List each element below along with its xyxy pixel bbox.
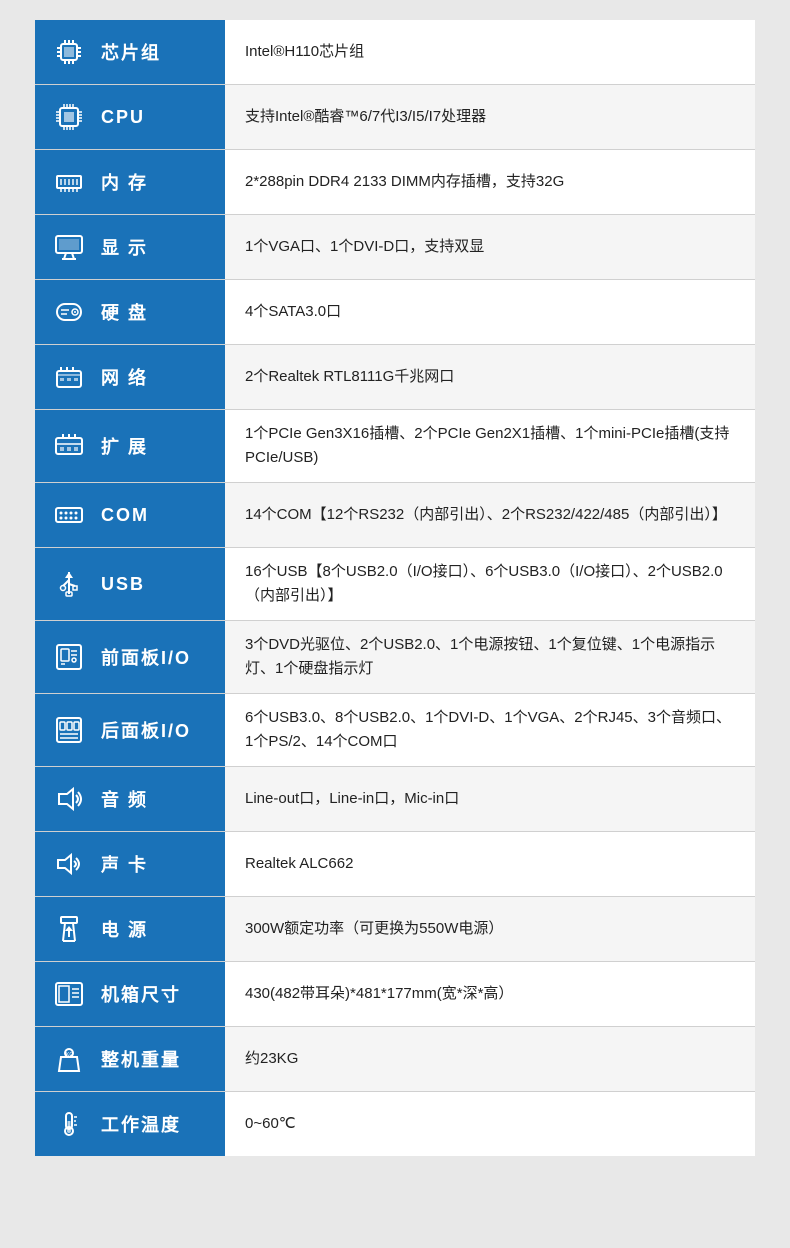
spec-label-hdd: 硬 盘	[35, 280, 225, 344]
spec-row-front-io: 前面板I/O 3个DVD光驱位、2个USB2.0、1个电源按钮、1个复位键、1个电…	[35, 621, 755, 694]
spec-row-power: 电 源 300W额定功率（可更换为550W电源）	[35, 897, 755, 962]
power-icon	[47, 907, 91, 951]
label-text-hdd: 硬 盘	[101, 299, 148, 325]
spec-value-network: 2个Realtek RTL8111G千兆网口	[225, 345, 755, 409]
spec-table: 芯片组 Intel®H110芯片组 CPU 支持Intel®酷睿™6/7代I3/I5…	[35, 20, 755, 1156]
spec-container: 芯片组 Intel®H110芯片组 CPU 支持Intel®酷睿™6/7代I3/I5…	[35, 20, 755, 1156]
spec-row-display: 显 示 1个VGA口、1个DVI-D口，支持双显	[35, 215, 755, 280]
spec-row-hdd: 硬 盘 4个SATA3.0口	[35, 280, 755, 345]
label-text-power: 电 源	[101, 916, 148, 942]
label-text-chipset: 芯片组	[101, 39, 161, 65]
spec-label-front-io: 前面板I/O	[35, 621, 225, 693]
label-text-audio: 音 频	[101, 786, 148, 812]
hdd-icon	[47, 290, 91, 334]
spec-label-network: 网 络	[35, 345, 225, 409]
spec-label-memory: 内 存	[35, 150, 225, 214]
com-icon	[47, 493, 91, 537]
label-text-front-io: 前面板I/O	[101, 644, 191, 670]
front-panel-icon	[47, 635, 91, 679]
expansion-icon	[47, 424, 91, 468]
temperature-icon	[47, 1102, 91, 1146]
spec-row-chipset: 芯片组 Intel®H110芯片组	[35, 20, 755, 85]
spec-label-audio: 音 频	[35, 767, 225, 831]
chassis-icon	[47, 972, 91, 1016]
memory-icon	[47, 160, 91, 204]
spec-label-com: COM	[35, 483, 225, 547]
chipset-icon	[47, 30, 91, 74]
spec-value-front-io: 3个DVD光驱位、2个USB2.0、1个电源按钮、1个复位键、1个电源指示灯、1…	[225, 621, 755, 693]
spec-row-usb: USB 16个USB【8个USB2.0（I/O接口）、6个USB3.0（I/O接口…	[35, 548, 755, 621]
spec-row-sound-card: 声 卡 Realtek ALC662	[35, 832, 755, 897]
label-text-display: 显 示	[101, 234, 148, 260]
spec-label-power: 电 源	[35, 897, 225, 961]
spec-row-com: COM 14个COM【12个RS232（内部引出）、2个RS232/422/485…	[35, 483, 755, 548]
spec-value-hdd: 4个SATA3.0口	[225, 280, 755, 344]
spec-row-weight: KG 整机重量约23KG	[35, 1027, 755, 1092]
label-text-memory: 内 存	[101, 169, 148, 195]
spec-value-power: 300W额定功率（可更换为550W电源）	[225, 897, 755, 961]
spec-row-network: 网 络 2个Realtek RTL8111G千兆网口	[35, 345, 755, 410]
spec-row-memory: 内 存 2*288pin DDR4 2133 DIMM内存插槽，支持32G	[35, 150, 755, 215]
rear-panel-icon	[47, 708, 91, 752]
spec-value-display: 1个VGA口、1个DVI-D口，支持双显	[225, 215, 755, 279]
usb-icon	[47, 562, 91, 606]
spec-label-chipset: 芯片组	[35, 20, 225, 84]
label-text-sound-card: 声 卡	[101, 851, 148, 877]
spec-value-temperature: 0~60℃	[225, 1092, 755, 1156]
spec-label-chassis-size: 机箱尺寸	[35, 962, 225, 1026]
spec-value-sound-card: Realtek ALC662	[225, 832, 755, 896]
spec-row-cpu: CPU 支持Intel®酷睿™6/7代I3/I5/I7处理器	[35, 85, 755, 150]
spec-label-display: 显 示	[35, 215, 225, 279]
label-text-expansion: 扩 展	[101, 433, 148, 459]
spec-value-expansion: 1个PCIe Gen3X16插槽、2个PCIe Gen2X1插槽、1个mini-…	[225, 410, 755, 482]
spec-label-temperature: 工作温度	[35, 1092, 225, 1156]
spec-value-audio: Line-out口，Line-in口，Mic-in口	[225, 767, 755, 831]
cpu-icon	[47, 95, 91, 139]
spec-row-temperature: 工作温度 0~60℃	[35, 1092, 755, 1156]
audio-icon	[47, 777, 91, 821]
spec-value-rear-io: 6个USB3.0、8个USB2.0、1个DVI-D、1个VGA、2个RJ45、3…	[225, 694, 755, 766]
label-text-com: COM	[101, 505, 149, 526]
spec-value-chassis-size: 430(482带耳朵)*481*177mm(宽*深*高）	[225, 962, 755, 1026]
spec-value-cpu: 支持Intel®酷睿™6/7代I3/I5/I7处理器	[225, 85, 755, 149]
spec-label-rear-io: 后面板I/O	[35, 694, 225, 766]
spec-label-cpu: CPU	[35, 85, 225, 149]
spec-label-weight: KG 整机重量	[35, 1027, 225, 1091]
spec-value-weight: 约23KG	[225, 1027, 755, 1091]
label-text-network: 网 络	[101, 364, 148, 390]
spec-value-com: 14个COM【12个RS232（内部引出）、2个RS232/422/485（内部…	[225, 483, 755, 547]
spec-label-expansion: 扩 展	[35, 410, 225, 482]
spec-row-chassis-size: 机箱尺寸 430(482带耳朵)*481*177mm(宽*深*高）	[35, 962, 755, 1027]
spec-value-chipset: Intel®H110芯片组	[225, 20, 755, 84]
label-text-temperature: 工作温度	[101, 1111, 181, 1137]
spec-label-usb: USB	[35, 548, 225, 620]
label-text-weight: 整机重量	[101, 1046, 181, 1072]
sound-card-icon	[47, 842, 91, 886]
label-text-rear-io: 后面板I/O	[101, 717, 191, 743]
spec-row-audio: 音 频 Line-out口，Line-in口，Mic-in口	[35, 767, 755, 832]
label-text-usb: USB	[101, 574, 145, 595]
spec-row-rear-io: 后面板I/O 6个USB3.0、8个USB2.0、1个DVI-D、1个VGA、2个…	[35, 694, 755, 767]
spec-value-usb: 16个USB【8个USB2.0（I/O接口）、6个USB3.0（I/O接口）、2…	[225, 548, 755, 620]
spec-label-sound-card: 声 卡	[35, 832, 225, 896]
spec-row-expansion: 扩 展 1个PCIe Gen3X16插槽、2个PCIe Gen2X1插槽、1个mi…	[35, 410, 755, 483]
display-icon	[47, 225, 91, 269]
network-icon	[47, 355, 91, 399]
label-text-cpu: CPU	[101, 107, 145, 128]
weight-icon: KG	[47, 1037, 91, 1081]
spec-value-memory: 2*288pin DDR4 2133 DIMM内存插槽，支持32G	[225, 150, 755, 214]
label-text-chassis-size: 机箱尺寸	[101, 981, 181, 1007]
